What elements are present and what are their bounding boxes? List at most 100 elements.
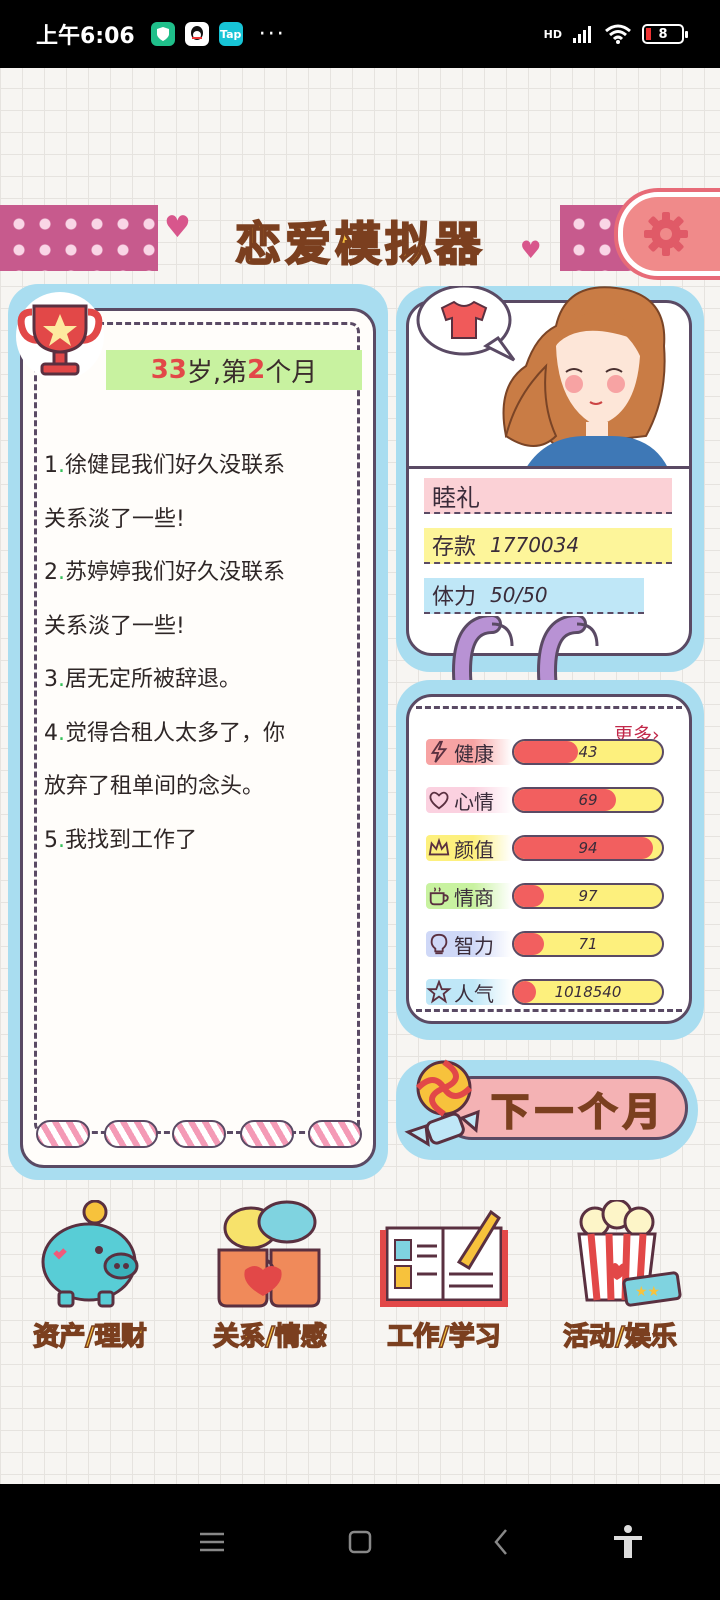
menu-icon[interactable] — [190, 1520, 234, 1564]
stat-row-0: 健康 43 — [426, 736, 670, 768]
nav-relationship-emotion[interactable]: 关系/情感 — [190, 1200, 350, 1380]
nav-label: 活动/娱乐 — [563, 1321, 678, 1353]
stat-row-2: 颜值 94 — [426, 832, 670, 864]
svg-text:★★: ★★ — [635, 1284, 660, 1300]
wifi-icon — [605, 24, 631, 44]
status-right: HD 8 — [543, 23, 688, 45]
age-suffix-text: 个月 — [265, 357, 318, 388]
app-title: 恋爱模拟器 — [234, 216, 485, 272]
stat-bar: 69 — [512, 787, 664, 813]
month-number: 2 — [247, 355, 266, 385]
accessibility-icon[interactable] — [606, 1520, 650, 1564]
stat-label: 情商 — [426, 883, 512, 910]
stat-name: 颜值 — [454, 837, 494, 862]
settings-button[interactable] — [618, 192, 720, 276]
candy-icon — [172, 1120, 226, 1148]
stat-name: 人气 — [454, 981, 494, 1006]
stat-bar: 1018540 — [512, 979, 664, 1005]
stat-name: 健康 — [454, 741, 494, 766]
event-line: 1.徐健昆我们好久没联系 — [44, 453, 286, 478]
nav-assets-finance[interactable]: 资产/理财 — [10, 1200, 170, 1380]
nav-label: 工作/学习 — [387, 1321, 502, 1353]
status-bar: 上午6:06 Tap ··· HD 8 — [0, 0, 720, 68]
event-log: 1.徐健昆我们好久没联系 关系淡了一些! 2.苏婷婷我们好久没联系 关系淡了一些… — [44, 450, 344, 878]
card-divider — [409, 466, 689, 469]
event-line: 3.居无定所被辞退。 — [44, 667, 242, 692]
star-outline-icon — [426, 980, 452, 1004]
stat-value: 69 — [578, 791, 598, 809]
nav-activity-entertainment[interactable]: ★★ 活动/娱乐 — [540, 1200, 700, 1380]
candy-icon — [308, 1120, 362, 1148]
event-line: 关系淡了一些! — [44, 613, 185, 639]
open-book-icon — [380, 1209, 508, 1307]
lollipop-icon — [404, 1059, 480, 1147]
character-name-field: 睦礼 — [424, 478, 672, 514]
age-banner: 33 岁,第 2 个月 — [106, 350, 362, 390]
event-line: 放弃了租单间的念头。 — [44, 774, 265, 799]
system-navigation-bar — [0, 1484, 720, 1600]
candy-icon — [240, 1120, 294, 1148]
back-icon[interactable] — [480, 1520, 524, 1564]
stat-label: 心情 — [426, 787, 512, 814]
candy-icon — [104, 1120, 158, 1148]
age-number: 33 — [150, 355, 187, 385]
signal-icon — [573, 26, 591, 43]
shield-app-icon — [150, 22, 175, 46]
trophy-icon — [16, 292, 104, 380]
nav-label: 资产/理财 — [33, 1321, 148, 1353]
event-line: 5.我找到工作了 — [44, 827, 198, 853]
candy-decoration-row — [36, 1120, 362, 1154]
heart-outline-icon — [429, 791, 449, 810]
stat-value: 43 — [578, 743, 598, 761]
lightbulb-icon — [430, 933, 448, 955]
stat-row-4: 智力 71 — [426, 928, 670, 960]
event-line: 4.觉得合租人太多了，你 — [44, 720, 286, 746]
stat-row-1: 心情 69 — [426, 784, 670, 816]
stat-value: 94 — [578, 839, 598, 857]
event-line: 2.苏婷婷我们好久没联系 — [44, 560, 286, 585]
heart-right-icon: ♥ — [520, 236, 542, 264]
age-middle-text: 岁,第 — [186, 357, 248, 388]
popcorn-icon: ★★ — [577, 1200, 682, 1307]
stamina-label: 体力 — [432, 585, 477, 610]
stat-label: 健康 — [426, 739, 512, 766]
stat-name: 智力 — [454, 933, 494, 958]
shirt-bubble-icon — [416, 286, 516, 362]
crown-icon — [428, 837, 450, 856]
savings-value: 1770034 — [490, 533, 580, 557]
lightning-icon — [430, 740, 448, 763]
stat-bar: 94 — [512, 835, 664, 861]
stat-label: 人气 — [426, 979, 512, 1006]
heart-left-icon: ♥ — [164, 210, 191, 245]
nav-label: 关系/情感 — [213, 1321, 328, 1353]
stat-bar: 43 — [512, 739, 664, 765]
more-notifications-icon: ··· — [258, 21, 286, 47]
gear-icon — [644, 212, 688, 256]
stamina-field: 体力 50/50 — [424, 578, 644, 614]
network-label: HD — [543, 27, 562, 41]
battery-indicator: 8 — [642, 24, 688, 44]
stat-name: 情商 — [454, 885, 494, 910]
event-line: 关系淡了一些! — [44, 506, 185, 532]
stat-name: 心情 — [454, 789, 494, 814]
stat-label: 颜值 — [426, 835, 512, 862]
taptap-icon: Tap — [218, 22, 243, 46]
stat-row-3: 情商 97 — [426, 880, 670, 912]
stat-row-5: 人气 1018540 — [426, 976, 670, 1008]
savings-field: 存款 1770034 — [424, 528, 672, 564]
title-ribbon-left — [0, 205, 158, 271]
nav-work-study[interactable]: 工作/学习 — [364, 1200, 524, 1380]
stamina-value: 50/50 — [490, 583, 548, 607]
piggy-bank-icon — [41, 1200, 139, 1308]
stat-value: 71 — [578, 935, 598, 953]
character-portrait[interactable] — [406, 286, 692, 468]
home-icon[interactable] — [338, 1520, 382, 1564]
stat-label: 智力 — [426, 931, 512, 958]
stat-bar: 97 — [512, 883, 664, 909]
character-name: 睦礼 — [432, 483, 480, 512]
stat-value: 97 — [578, 887, 598, 905]
stat-value: 1018540 — [554, 983, 622, 1001]
candy-icon — [36, 1120, 90, 1148]
status-time: 上午6:06 — [36, 24, 135, 49]
teacup-icon — [429, 887, 449, 906]
